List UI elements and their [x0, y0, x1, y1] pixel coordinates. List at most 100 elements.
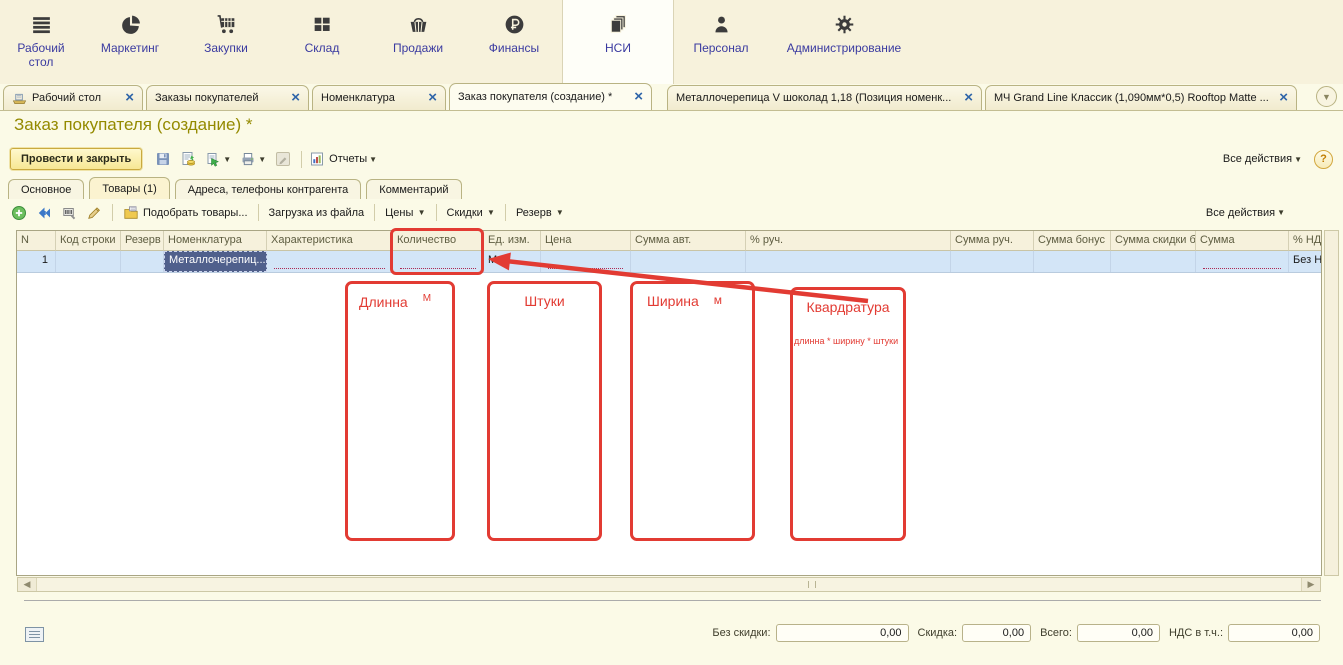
- form-tab-comment[interactable]: Комментарий: [366, 179, 461, 199]
- load-from-file-button[interactable]: Загрузка из файла: [269, 207, 365, 219]
- cell-nomenclature[interactable]: Металлочерепиц...: [164, 251, 267, 272]
- form-tab-goods[interactable]: Товары (1): [89, 177, 169, 199]
- pick-goods-button[interactable]: Подобрать товары...: [123, 205, 248, 221]
- cell-unit[interactable]: М: [484, 251, 541, 272]
- column-header-6[interactable]: Количество: [393, 231, 484, 251]
- annotation-label: Ширинам: [633, 293, 752, 309]
- barcode-scanner-icon[interactable]: [60, 204, 78, 222]
- nav-section-label: Рабочий стол: [12, 41, 70, 69]
- cell-sum[interactable]: [1196, 251, 1289, 272]
- cell-quantity[interactable]: [393, 251, 484, 272]
- form-tab-main[interactable]: Основное: [8, 179, 84, 199]
- copy-icon[interactable]: [204, 151, 221, 168]
- reports-button[interactable]: Отчеты: [329, 153, 367, 165]
- cell-sum-manual[interactable]: [951, 251, 1034, 272]
- horizontal-scrollbar[interactable]: ◀ ▶: [17, 577, 1321, 592]
- tab-close-icon[interactable]: ×: [964, 92, 973, 104]
- vertical-scrollbar[interactable]: [1324, 230, 1339, 576]
- cell-sum-auto[interactable]: [631, 251, 746, 272]
- window-tab-label: Заказы покупателей: [155, 92, 259, 104]
- cell-sum-discount[interactable]: [1111, 251, 1196, 272]
- column-header-15[interactable]: % НДС: [1289, 231, 1322, 251]
- nav-section-personnel[interactable]: Персонал: [674, 0, 768, 84]
- reorder-rows-icon[interactable]: [35, 204, 53, 222]
- total-vat-included: НДС в т.ч.:0,00: [1169, 624, 1320, 642]
- window-tab-customer-order-new[interactable]: Заказ покупателя (создание) *×: [449, 83, 652, 110]
- tab-close-icon[interactable]: ×: [1279, 92, 1288, 104]
- column-header-3[interactable]: Резерв: [121, 231, 164, 251]
- scroll-left-icon[interactable]: ◀: [18, 578, 36, 591]
- cell-pct-manual[interactable]: [746, 251, 951, 272]
- window-tab-desktop[interactable]: Рабочий стол ×: [3, 85, 143, 110]
- annotation-box-4: Квардратурадлинна * ширину * штуки: [790, 287, 906, 541]
- cell-price[interactable]: [541, 251, 631, 272]
- window-tab-item-card-1[interactable]: Металлочерепица V шоколад 1,18 (Позиция …: [667, 85, 982, 110]
- scroll-right-icon[interactable]: ▶: [1302, 578, 1320, 591]
- horizontal-scrollbar-track[interactable]: [36, 578, 1302, 591]
- column-header-8[interactable]: Цена: [541, 231, 631, 251]
- tab-close-icon[interactable]: ×: [428, 92, 437, 104]
- edit-row-icon[interactable]: [85, 204, 103, 222]
- prices-dropdown-icon: ▼: [415, 208, 425, 217]
- table-all-actions-dropdown-icon[interactable]: ▼: [1277, 208, 1285, 217]
- column-header-10[interactable]: % руч.: [746, 231, 951, 251]
- reports-icon[interactable]: [308, 151, 325, 168]
- nav-section-desktop[interactable]: Рабочий стол: [0, 0, 82, 84]
- all-actions-button[interactable]: Все действия: [1223, 153, 1292, 165]
- column-header-13[interactable]: Сумма скидки б...: [1111, 231, 1196, 251]
- tab-close-icon[interactable]: ×: [291, 92, 300, 104]
- page-title: Заказ покупателя (создание) *: [14, 115, 252, 135]
- copy-dropdown-icon[interactable]: ▼: [223, 155, 231, 164]
- total-discount: Скидка:0,00: [918, 624, 1032, 642]
- nav-section-finance[interactable]: Финансы: [466, 0, 562, 84]
- reserve-button[interactable]: Резерв ▼: [516, 207, 564, 219]
- window-tab-label: Рабочий стол: [32, 92, 101, 104]
- tab-close-icon[interactable]: ×: [125, 92, 134, 104]
- window-tab-item-card-2[interactable]: МЧ Grand Line Классик (1,090мм*0,5) Roof…: [985, 85, 1297, 110]
- window-tab-label: Металлочерепица V шоколад 1,18 (Позиция …: [676, 92, 951, 104]
- nav-section-administration[interactable]: Администрирование: [768, 0, 920, 84]
- column-header-7[interactable]: Ед. изм.: [484, 231, 541, 251]
- cell-characteristic[interactable]: [267, 251, 393, 272]
- column-header-1[interactable]: N: [17, 231, 56, 251]
- add-row-icon[interactable]: [10, 204, 28, 222]
- column-header-14[interactable]: Сумма: [1196, 231, 1289, 251]
- nav-section-warehouse[interactable]: Склад: [274, 0, 370, 84]
- table-all-actions-button[interactable]: Все действия: [1206, 207, 1275, 219]
- column-header-5[interactable]: Характеристика: [267, 231, 393, 251]
- column-header-12[interactable]: Сумма бонус: [1034, 231, 1111, 251]
- nav-section-sales[interactable]: Продажи: [370, 0, 466, 84]
- all-actions-dropdown-icon[interactable]: ▼: [1294, 155, 1302, 164]
- service-messages-icon[interactable]: [25, 627, 44, 642]
- post-and-close-button[interactable]: Провести и закрыть: [10, 148, 142, 170]
- window-tab-customer-orders[interactable]: Заказы покупателей ×: [146, 85, 309, 110]
- tab-close-icon[interactable]: ×: [634, 91, 643, 103]
- column-header-11[interactable]: Сумма руч.: [951, 231, 1034, 251]
- nav-section-purchases[interactable]: Закупки: [178, 0, 274, 84]
- window-tab-nomenclature[interactable]: Номенклатура×: [312, 85, 446, 110]
- total-label: Без скидки:: [712, 627, 770, 639]
- cell-reserve[interactable]: [121, 251, 164, 272]
- column-header-2[interactable]: Код строки: [56, 231, 121, 251]
- cell-n[interactable]: 1: [17, 251, 56, 272]
- column-header-4[interactable]: Номенклатура: [164, 231, 267, 251]
- nav-section-nsi[interactable]: НСИ: [562, 0, 674, 84]
- reports-dropdown-icon[interactable]: ▼: [369, 155, 377, 164]
- save-icon[interactable]: [154, 151, 171, 168]
- form-tab-addresses[interactable]: Адреса, телефоны контрагента: [175, 179, 362, 199]
- cell-sum-bonus[interactable]: [1034, 251, 1111, 272]
- prices-button[interactable]: Цены ▼: [385, 207, 425, 219]
- print-icon[interactable]: [239, 151, 256, 168]
- cell-line-code[interactable]: [56, 251, 121, 272]
- post-document-icon[interactable]: [179, 151, 196, 168]
- table-row[interactable]: 1 Металлочерепиц... М Без Н.: [17, 251, 1321, 273]
- discounts-button[interactable]: Скидки ▼: [447, 207, 495, 219]
- nav-section-marketing[interactable]: Маркетинг: [82, 0, 178, 84]
- tab-overflow-icon[interactable]: ▼: [1316, 86, 1337, 107]
- column-header-9[interactable]: Сумма авт.: [631, 231, 746, 251]
- print-dropdown-icon[interactable]: ▼: [258, 155, 266, 164]
- toolbar-separator: [436, 204, 437, 221]
- help-button[interactable]: ?: [1314, 150, 1333, 169]
- total-value-field: 0,00: [962, 624, 1031, 642]
- cell-vat[interactable]: Без Н.: [1289, 251, 1322, 272]
